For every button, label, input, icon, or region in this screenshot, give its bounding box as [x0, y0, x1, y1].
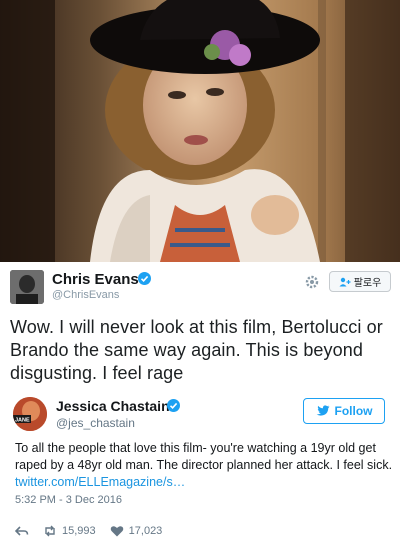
avatar[interactable]: JANE: [13, 397, 47, 431]
tweet-link[interactable]: twitter.com/ELLEmagazine/s…: [15, 475, 185, 489]
add-user-icon: [339, 277, 351, 286]
follow-label: Follow: [334, 404, 373, 418]
avatar[interactable]: [10, 270, 44, 304]
film-still-photo: [0, 0, 400, 262]
reply-icon: [15, 526, 29, 536]
tweet-body: To all the people that love this film- y…: [15, 441, 393, 472]
like-action[interactable]: 17,023: [110, 525, 163, 537]
retweet-icon: [45, 525, 55, 537]
author-name[interactable]: Chris Evans: [52, 271, 139, 288]
tweet-chris-evans: Chris Evans @ChrisEvans 팔로우 Wow. I will …: [0, 262, 400, 390]
verified-badge-icon: [138, 272, 151, 285]
tweet-jessica-chastain: JANE Jessica Chastain @jes_chastain Foll…: [0, 390, 400, 546]
tweet-timestamp[interactable]: 5:32 PM - 3 Dec 2016: [15, 494, 122, 506]
follow-label: 팔로우: [353, 278, 382, 289]
gear-icon[interactable]: [304, 274, 320, 290]
follow-button[interactable]: 팔로우: [329, 271, 391, 292]
tweet-text: Wow. I will never look at this film, Ber…: [10, 317, 383, 383]
retweet-action[interactable]: 15,993: [43, 525, 96, 537]
heart-icon: [110, 526, 123, 537]
reply-action[interactable]: [15, 525, 29, 537]
author-handle[interactable]: @jes_chastain: [56, 416, 135, 430]
tweet-actions: 15,993 17,023: [15, 524, 176, 538]
follow-button[interactable]: Follow: [303, 398, 385, 424]
twitter-bird-icon: [316, 405, 329, 416]
retweet-count: 15,993: [62, 525, 96, 537]
author-handle[interactable]: @ChrisEvans: [52, 289, 119, 301]
like-count: 17,023: [128, 525, 163, 537]
tweet-text: To all the people that love this film- y…: [15, 440, 393, 491]
verified-badge-icon: [167, 399, 180, 412]
author-name[interactable]: Jessica Chastain: [56, 398, 170, 414]
avatar-badge-text: JANE: [15, 418, 30, 424]
